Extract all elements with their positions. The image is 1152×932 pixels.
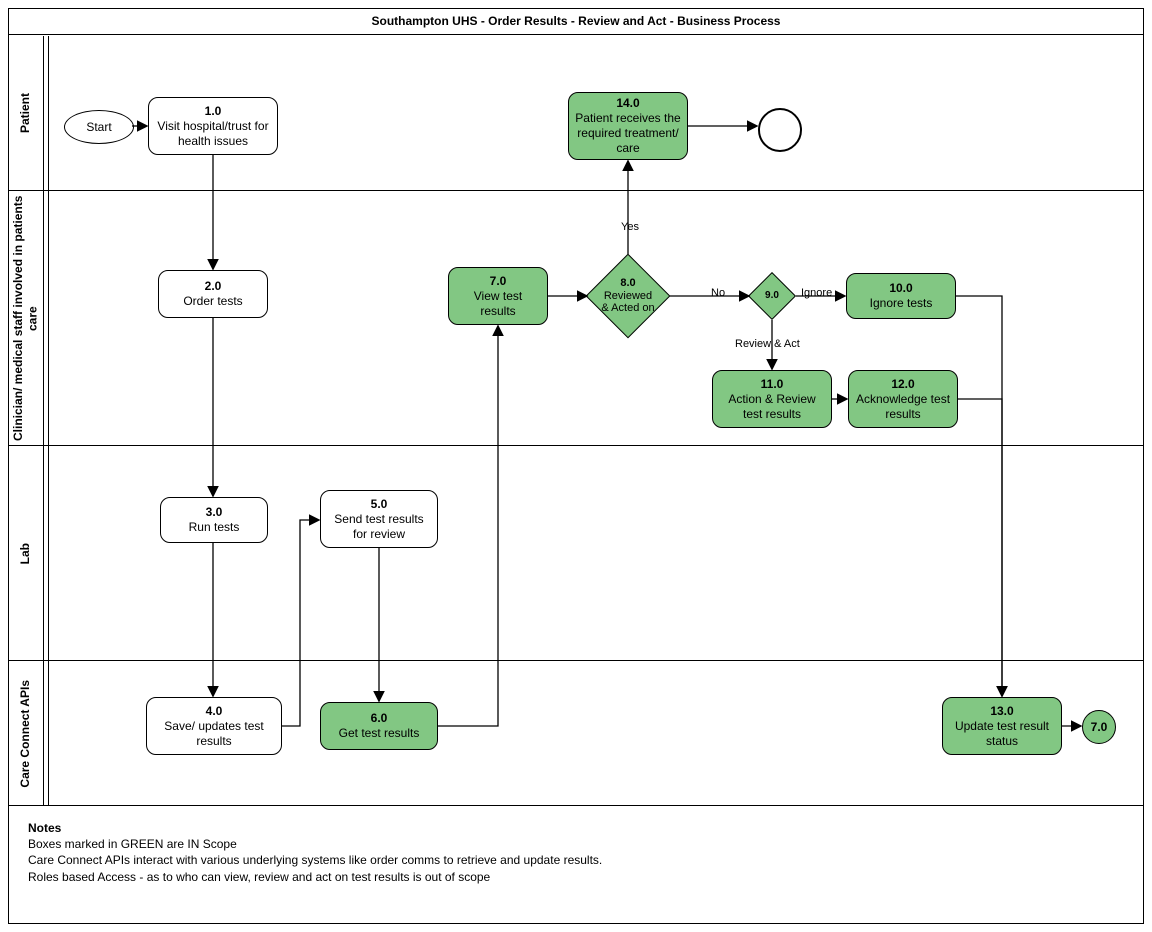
notes-block: Notes Boxes marked in GREEN are IN Scope… bbox=[28, 820, 1122, 885]
node-label: Save/ updates test results bbox=[153, 719, 275, 749]
decision-content: 9.0 bbox=[756, 280, 788, 312]
lane-divider bbox=[8, 190, 1144, 191]
start-label: Start bbox=[86, 120, 111, 134]
node-label: Acknowledge test results bbox=[855, 392, 951, 422]
node-label: View test results bbox=[455, 289, 541, 319]
notes-line: Roles based Access - as to who can view,… bbox=[28, 869, 1122, 885]
lane-label-text: Clinician/ medical staff involved in pat… bbox=[11, 191, 40, 446]
node-label: Get test results bbox=[339, 726, 420, 741]
node-7: 7.0 View test results bbox=[448, 267, 548, 325]
node-number: 13.0 bbox=[990, 704, 1013, 719]
column-divider bbox=[48, 36, 49, 805]
node-11: 11.0 Action & Review test results bbox=[712, 370, 832, 428]
lane-label-text: Care Connect APIs bbox=[18, 680, 32, 788]
lane-divider bbox=[8, 805, 1144, 806]
node-number: 8.0 bbox=[620, 277, 635, 290]
node-label: Send test results for review bbox=[327, 512, 431, 542]
notes-line: Boxes marked in GREEN are IN Scope bbox=[28, 836, 1122, 852]
notes-line: Care Connect APIs interact with various … bbox=[28, 852, 1122, 868]
node-number: 1.0 bbox=[205, 104, 222, 119]
node-12: 12.0 Acknowledge test results bbox=[848, 370, 958, 428]
node-7-ref: 7.0 bbox=[1082, 710, 1116, 744]
node-number: 10.0 bbox=[889, 281, 912, 296]
decision-content: 8.0 Reviewed & Acted on bbox=[599, 267, 657, 325]
node-label: Update test result status bbox=[949, 719, 1055, 749]
node-label: Action & Review test results bbox=[719, 392, 825, 422]
end-node bbox=[758, 108, 802, 152]
notes-heading: Notes bbox=[28, 820, 1122, 836]
node-5: 5.0 Send test results for review bbox=[320, 490, 438, 548]
start-node: Start bbox=[64, 110, 134, 144]
node-number: 9.0 bbox=[765, 290, 779, 302]
lane-label-column: Patient Clinician/ medical staff involve… bbox=[8, 36, 44, 805]
swimlane-diagram: Southampton UHS - Order Results - Review… bbox=[0, 0, 1152, 932]
edge-label-ignore: Ignore bbox=[800, 287, 833, 299]
node-label: Reviewed & Acted on bbox=[599, 290, 657, 315]
node-label: Run tests bbox=[189, 520, 240, 535]
node-10: 10.0 Ignore tests bbox=[846, 273, 956, 319]
node-number: 14.0 bbox=[616, 96, 639, 111]
edge-label-yes: Yes bbox=[620, 221, 640, 233]
node-number: 12.0 bbox=[891, 377, 914, 392]
edge-label-no: No bbox=[710, 287, 726, 299]
lane-divider bbox=[8, 445, 1144, 446]
node-number: 4.0 bbox=[206, 704, 223, 719]
node-2: 2.0 Order tests bbox=[158, 270, 268, 318]
node-label: Visit hospital/trust for health issues bbox=[155, 119, 271, 149]
node-label: Ignore tests bbox=[870, 296, 933, 311]
lane-label-patient: Patient bbox=[8, 36, 43, 191]
lane-label-clinician: Clinician/ medical staff involved in pat… bbox=[8, 191, 43, 446]
node-4: 4.0 Save/ updates test results bbox=[146, 697, 282, 755]
node-label: Order tests bbox=[183, 294, 242, 309]
node-number: 7.0 bbox=[490, 274, 507, 289]
node-number: 5.0 bbox=[371, 497, 388, 512]
lane-label-text: Patient bbox=[18, 93, 32, 133]
lane-divider bbox=[8, 660, 1144, 661]
diagram-title: Southampton UHS - Order Results - Review… bbox=[8, 8, 1144, 35]
node-13: 13.0 Update test result status bbox=[942, 697, 1062, 755]
node-number: 6.0 bbox=[371, 711, 388, 726]
node-1: 1.0 Visit hospital/trust for health issu… bbox=[148, 97, 278, 155]
node-3: 3.0 Run tests bbox=[160, 497, 268, 543]
node-number: 11.0 bbox=[761, 377, 784, 392]
node-label: Patient receives the required treatment/… bbox=[575, 111, 681, 156]
ref-label: 7.0 bbox=[1091, 720, 1108, 734]
node-14: 14.0 Patient receives the required treat… bbox=[568, 92, 688, 160]
lane-label-lab: Lab bbox=[8, 446, 43, 661]
edge-label-review-act: Review & Act bbox=[734, 338, 801, 350]
node-number: 2.0 bbox=[205, 279, 222, 294]
node-number: 3.0 bbox=[206, 505, 223, 520]
lane-label-text: Lab bbox=[18, 543, 32, 564]
node-6: 6.0 Get test results bbox=[320, 702, 438, 750]
lane-label-api: Care Connect APIs bbox=[8, 661, 43, 806]
